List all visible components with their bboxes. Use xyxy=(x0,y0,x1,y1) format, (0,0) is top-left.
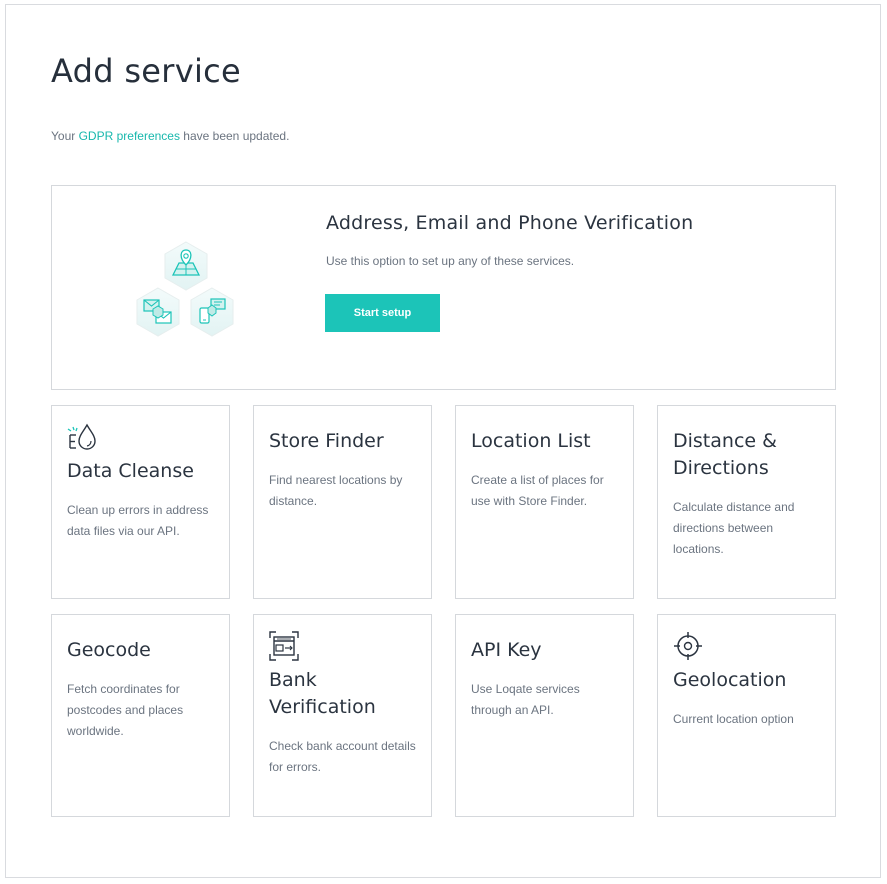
gdpr-notice: Your GDPR preferences have been updated. xyxy=(51,129,289,143)
card-title: API Key xyxy=(471,639,542,661)
service-card-data-cleanse[interactable]: Data Cleanse Clean up errors in address … xyxy=(51,405,230,599)
card-description: Use Loqate services through an API. xyxy=(471,682,580,717)
card-title: Geocode xyxy=(67,639,151,661)
service-card-store-finder[interactable]: Store Finder Find nearest locations by d… xyxy=(253,405,432,599)
service-card-geolocation[interactable]: Geolocation Current location option xyxy=(657,614,836,817)
droplet-sparkle-icon xyxy=(67,423,96,450)
card-description: Fetch coordinates for postcodes and plac… xyxy=(67,682,184,738)
service-card-api-key[interactable]: API Key Use Loqate services through an A… xyxy=(455,614,634,817)
page-title: Add service xyxy=(51,52,242,90)
service-card-bank-verification[interactable]: Bank Verification Check bank account det… xyxy=(253,614,432,817)
service-card-location-list[interactable]: Location List Create a list of places fo… xyxy=(455,405,634,599)
card-description: Create a list of places for use with Sto… xyxy=(471,473,604,508)
card-description: Check bank account details for errors. xyxy=(269,739,416,774)
card-title: Geolocation xyxy=(673,669,787,691)
bank-card-scan-icon xyxy=(269,631,299,661)
card-title: Distance & Directions xyxy=(673,430,777,479)
card-title: Bank Verification xyxy=(269,669,376,718)
gdpr-preferences-link[interactable]: GDPR preferences xyxy=(79,129,180,143)
card-title: Location List xyxy=(471,430,591,452)
card-title: Data Cleanse xyxy=(67,460,194,482)
crosshair-target-icon xyxy=(674,632,702,660)
card-description: Find nearest locations by distance. xyxy=(269,473,403,508)
card-description: Clean up errors in address data files vi… xyxy=(67,503,209,538)
start-setup-button[interactable]: Start setup xyxy=(325,294,440,332)
service-card-distance-directions[interactable]: Distance & Directions Calculate distance… xyxy=(657,405,836,599)
hero-title: Address, Email and Phone Verification xyxy=(326,212,694,234)
gdpr-suffix: have been updated. xyxy=(179,129,290,143)
verification-service-card: Address, Email and Phone Verification Us… xyxy=(51,185,836,390)
hero-description: Use this option to set up any of these s… xyxy=(326,254,575,268)
gdpr-prefix: Your xyxy=(51,129,79,143)
card-title: Store Finder xyxy=(269,430,384,452)
service-card-geocode[interactable]: Geocode Fetch coordinates for postcodes … xyxy=(51,614,230,817)
card-description: Current location option xyxy=(673,712,794,726)
card-description: Calculate distance and directions betwee… xyxy=(673,500,795,556)
map-email-phone-hexagon-icons xyxy=(136,241,234,337)
